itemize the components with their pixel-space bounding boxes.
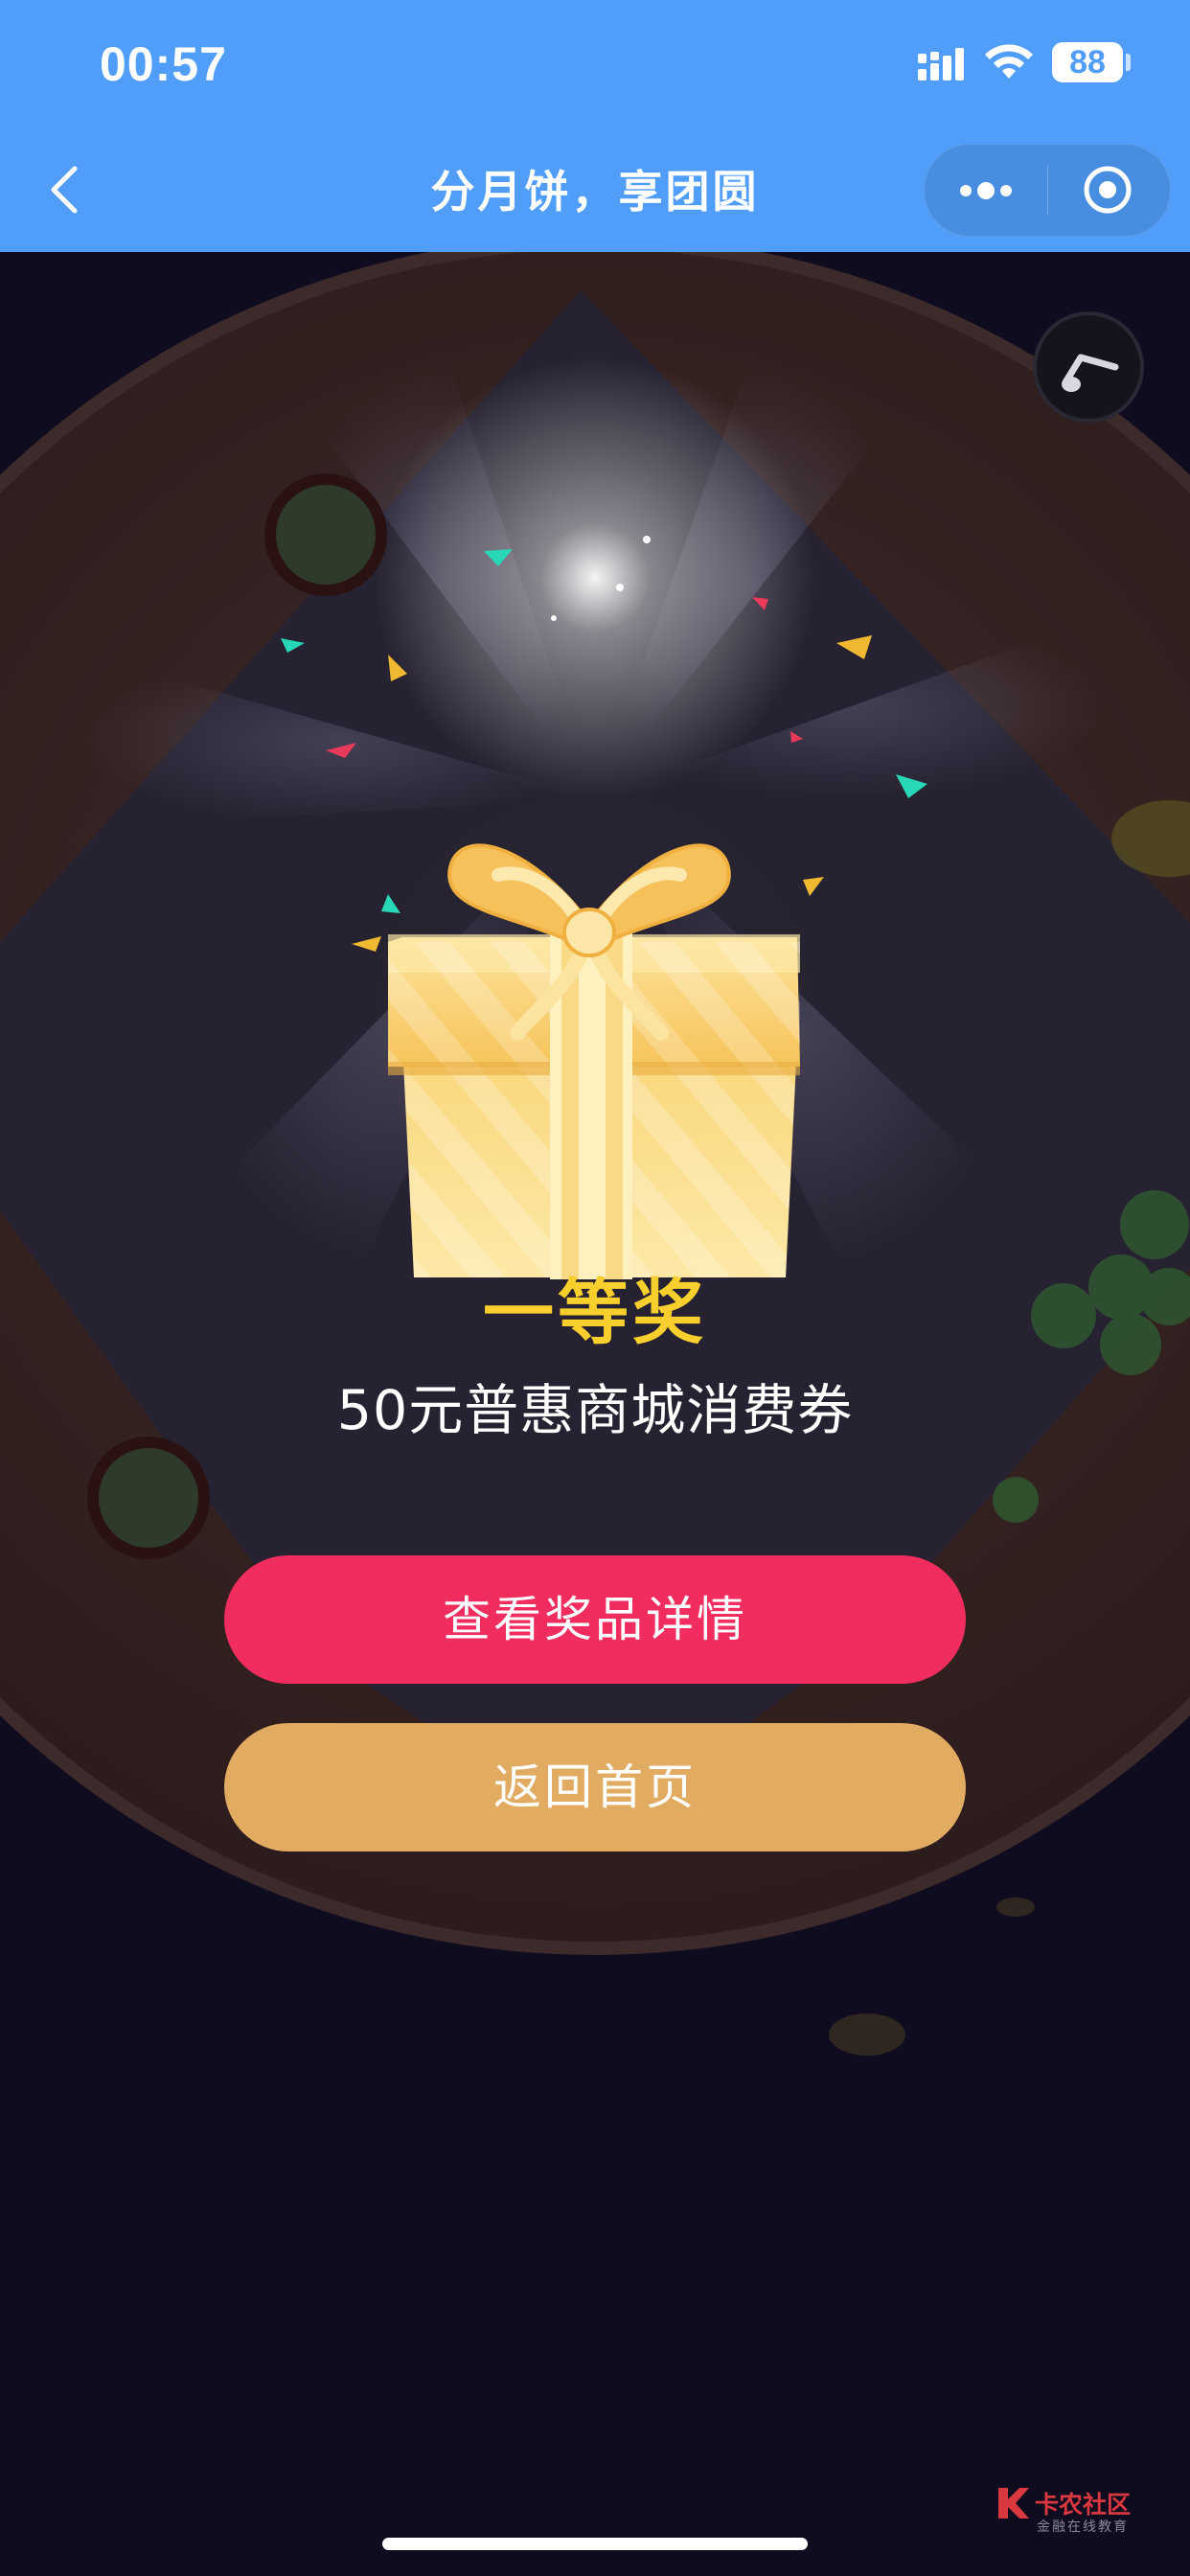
mini-program-capsule — [924, 144, 1171, 237]
status-time: 00:57 — [100, 37, 227, 91]
watermark-title: 卡农社区 — [1035, 2491, 1132, 2518]
watermark-subtitle: 金融在线教育 — [1037, 2519, 1129, 2535]
close-mini-program-button[interactable] — [1048, 145, 1170, 236]
ornament — [87, 1437, 210, 1559]
more-dots-icon — [960, 182, 1012, 199]
prize-result-stage: 一等奖 50元普惠商城消费券 查看奖品详情 返回首页 — [0, 252, 1190, 2576]
more-button[interactable] — [925, 145, 1047, 236]
prize-name: 50元普惠商城消费券 — [336, 1379, 854, 1442]
gift-box-icon — [388, 843, 800, 1279]
kanong-logo-icon — [998, 2488, 1029, 2518]
wifi-icon — [985, 44, 1033, 79]
view-prize-detail-button[interactable]: 查看奖品详情 — [224, 1555, 966, 1684]
home-indicator[interactable] — [382, 2538, 808, 2550]
top-bar: 00:57 88 分月饼，享团圆 — [0, 0, 1190, 252]
back-home-button[interactable]: 返回首页 — [224, 1723, 966, 1852]
music-toggle-button[interactable] — [1033, 311, 1144, 423]
cellular-signal-icon — [918, 48, 964, 80]
battery-tip — [1126, 54, 1131, 71]
target-close-icon — [1084, 166, 1132, 214]
battery-icon: 88 — [1052, 42, 1123, 82]
prize-level: 一等奖 — [483, 1272, 707, 1354]
music-note-icon — [1062, 354, 1119, 392]
